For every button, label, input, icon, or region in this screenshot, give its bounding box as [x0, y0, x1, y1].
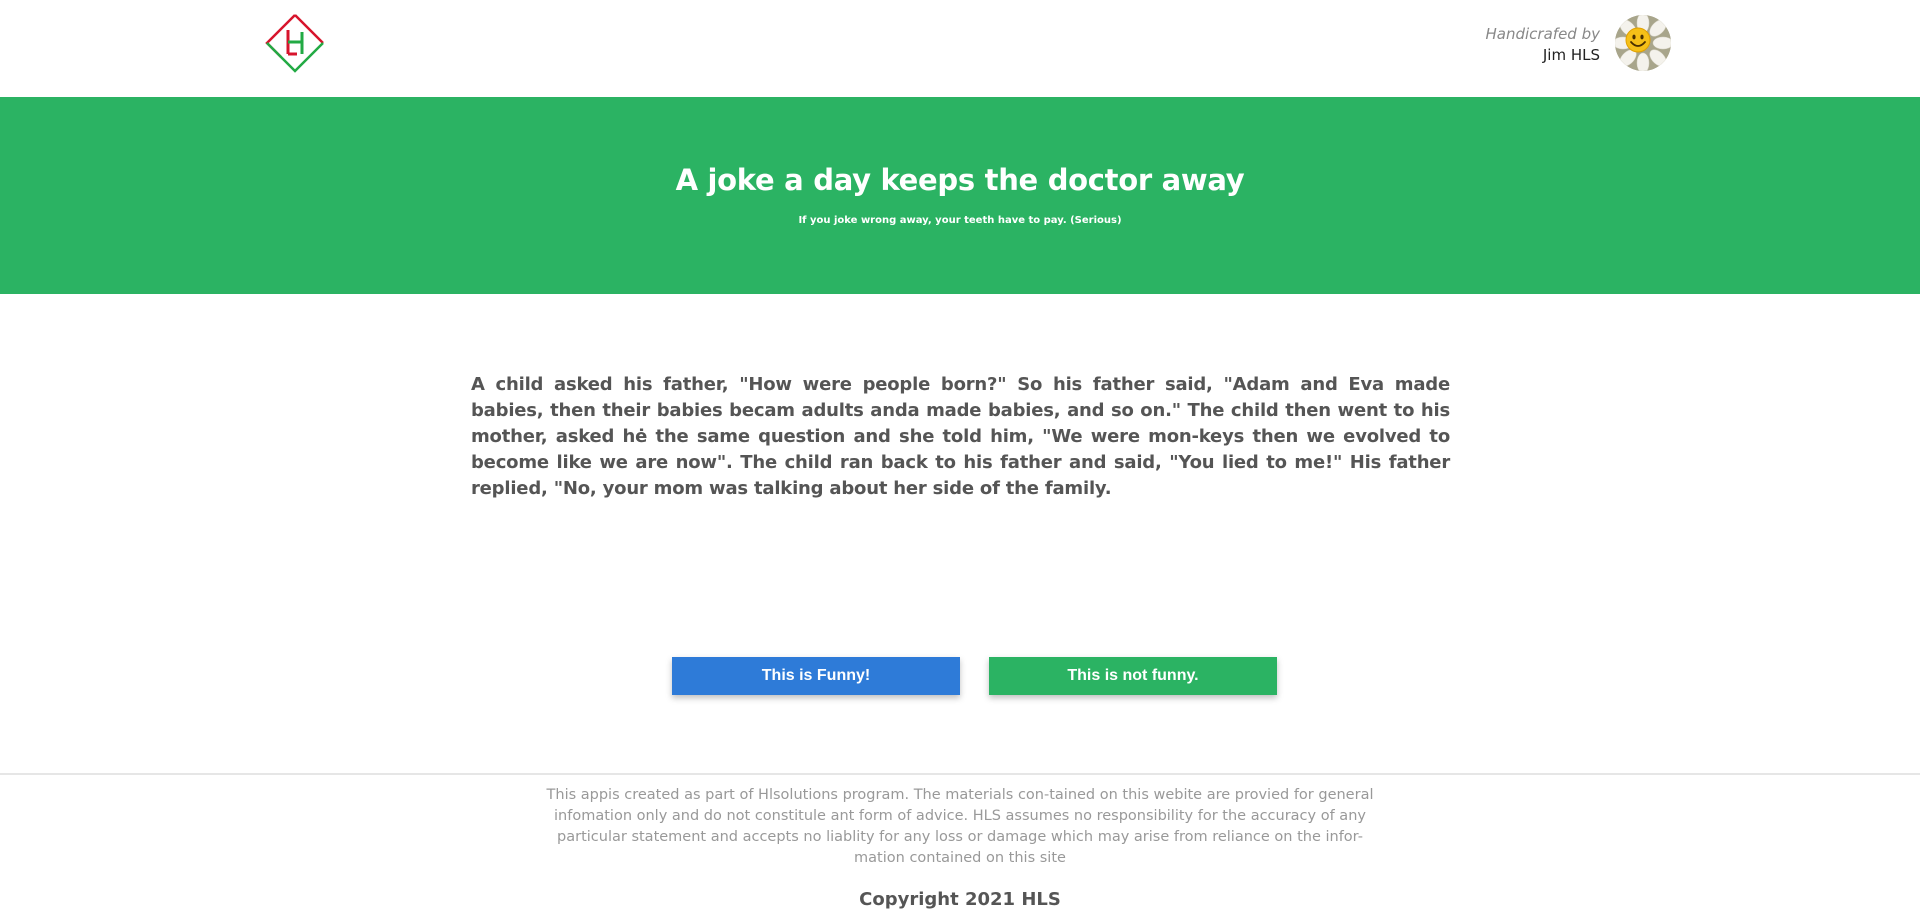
copyright-text: Copyright 2021 HLS: [859, 889, 1061, 910]
page-subtitle: If you joke wrong away, your teeth have …: [798, 215, 1122, 226]
author-prefix: Handicrafed by: [1485, 25, 1600, 43]
author-name: Jim HLS: [1542, 46, 1600, 64]
daisy-smiley-icon: [1615, 15, 1671, 71]
site-footer: This appis created as part of Hlsolution…: [0, 773, 1920, 910]
not-funny-button[interactable]: This is not funny.: [989, 657, 1277, 695]
page-title: A joke a day keeps the doctor away: [675, 163, 1245, 197]
funny-button[interactable]: This is Funny!: [672, 657, 960, 695]
joke-text: A child asked his father, "How were peop…: [471, 374, 1450, 499]
author-credit: Handicrafed by Jim HLS: [1486, 24, 1600, 66]
site-header: Handicrafed by Jim HLS: [0, 0, 1920, 97]
avatar[interactable]: [1615, 15, 1671, 71]
hl-logo-icon[interactable]: [264, 12, 326, 74]
hero-banner: A joke a day keeps the doctor away If yo…: [0, 97, 1920, 294]
disclaimer-text: This appis created as part of Hlsolution…: [546, 787, 1374, 866]
